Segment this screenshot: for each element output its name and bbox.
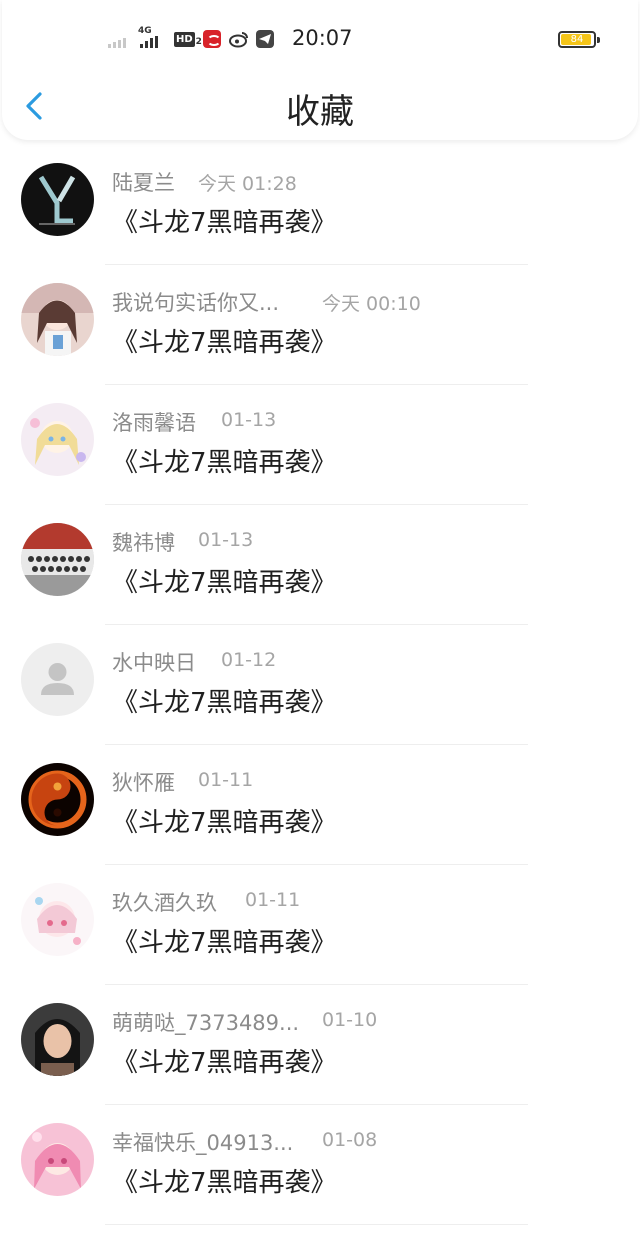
- user-name: 洛雨馨语: [112, 411, 196, 435]
- list-item[interactable]: 幸福快乐_04913... 01-08 《斗龙7黑暗再袭》: [0, 1105, 640, 1225]
- user-name: 我说句实话你又...: [112, 291, 280, 315]
- user-name: 萌萌哒_7373489...: [112, 1011, 300, 1035]
- divider: [105, 1224, 528, 1225]
- favorite-content: 《斗龙7黑暗再袭》: [112, 1168, 337, 1198]
- user-name: 魏祎博: [112, 531, 175, 555]
- network-type: 4G: [138, 26, 152, 36]
- avatar[interactable]: [21, 1123, 94, 1196]
- signal-icon: [108, 36, 126, 48]
- list-item[interactable]: 魏祎博 01-13 《斗龙7黑暗再袭》: [0, 505, 640, 625]
- avatar[interactable]: [21, 1003, 94, 1076]
- favorite-content: 《斗龙7黑暗再袭》: [112, 328, 337, 358]
- avatar[interactable]: [21, 283, 94, 356]
- page-title: 收藏: [286, 92, 354, 132]
- list-item[interactable]: 水中映日 01-12 《斗龙7黑暗再袭》: [0, 625, 640, 745]
- favorite-content: 《斗龙7黑暗再袭》: [112, 928, 337, 958]
- avatar[interactable]: [21, 163, 94, 236]
- battery-icon: 84: [558, 31, 600, 48]
- avatar[interactable]: [21, 763, 94, 836]
- user-name: 幸福快乐_04913...: [112, 1131, 294, 1155]
- avatar[interactable]: [21, 403, 94, 476]
- timestamp: 01-08: [322, 1129, 378, 1151]
- cellular-signal-icon: 4G: [138, 26, 168, 50]
- hd-voice-icon: HD 2: [174, 32, 202, 47]
- list-item[interactable]: 我说句实话你又... 今天 00:10 《斗龙7黑暗再袭》: [0, 265, 640, 385]
- battery-level: 84: [570, 34, 584, 45]
- status-bar: 4G HD 2 20:07 84: [0, 0, 640, 80]
- favorite-content: 《斗龙7黑暗再袭》: [112, 688, 337, 718]
- list-item[interactable]: 陆夏兰 今天 01:28 《斗龙7黑暗再袭》: [0, 145, 640, 265]
- avatar[interactable]: [21, 643, 94, 716]
- avatar[interactable]: [21, 523, 94, 596]
- timestamp: 01-13: [198, 529, 254, 551]
- favorite-content: 《斗龙7黑暗再袭》: [112, 808, 337, 838]
- timestamp: 01-10: [322, 1009, 378, 1031]
- favorite-content: 《斗龙7黑暗再袭》: [112, 568, 337, 598]
- timestamp: 今天 00:10: [322, 293, 421, 315]
- timestamp: 01-13: [221, 409, 277, 431]
- favorite-content: 《斗龙7黑暗再袭》: [112, 1048, 337, 1078]
- list-item[interactable]: 洛雨馨语 01-13 《斗龙7黑暗再袭》: [0, 385, 640, 505]
- timestamp: 01-11: [245, 889, 301, 911]
- list-item[interactable]: 狄怀雁 01-11 《斗龙7黑暗再袭》: [0, 745, 640, 865]
- app-notification-icon: [203, 30, 221, 48]
- user-name: 水中映日: [112, 651, 196, 675]
- timestamp: 01-12: [221, 649, 277, 671]
- user-name: 陆夏兰: [112, 171, 175, 195]
- list-item[interactable]: 萌萌哒_7373489... 01-10 《斗龙7黑暗再袭》: [0, 985, 640, 1105]
- favorites-list: 陆夏兰 今天 01:28 《斗龙7黑暗再袭》 我说句实话你又... 今天 00:10 《斗…: [0, 145, 640, 1225]
- user-name: 狄怀雁: [112, 771, 175, 795]
- timestamp: 今天 01:28: [198, 173, 297, 195]
- user-name: 玖久酒久玖: [112, 891, 217, 915]
- clock: 20:07: [292, 26, 353, 50]
- favorite-content: 《斗龙7黑暗再袭》: [112, 208, 337, 238]
- telegram-icon: [256, 30, 274, 48]
- favorite-content: 《斗龙7黑暗再袭》: [112, 448, 337, 478]
- weibo-icon: [229, 30, 249, 48]
- list-item[interactable]: 玖久酒久玖 01-11 《斗龙7黑暗再袭》: [0, 865, 640, 985]
- avatar[interactable]: [21, 883, 94, 956]
- timestamp: 01-11: [198, 769, 254, 791]
